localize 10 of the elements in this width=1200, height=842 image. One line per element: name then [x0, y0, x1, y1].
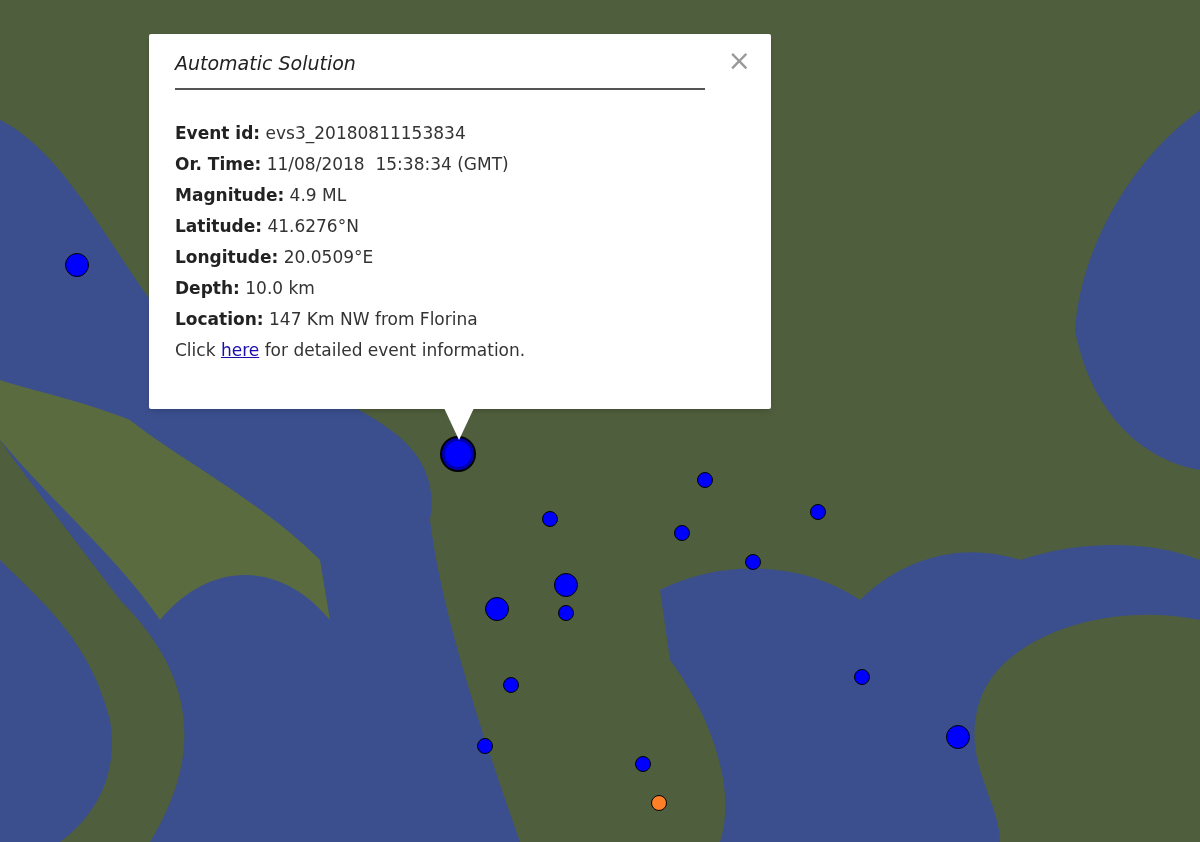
event-field: Depth: 10.0 km: [175, 273, 745, 304]
event-field: Magnitude: 4.9 ML: [175, 180, 745, 211]
event-field: Latitude: 41.6276°N: [175, 211, 745, 242]
event-field: Longitude: 20.0509°E: [175, 242, 745, 273]
detail-link[interactable]: here: [220, 340, 260, 360]
event-field: Location: 147 Km NW from Florina: [175, 304, 745, 335]
event-field: Event id: evs3_20180811153834: [175, 118, 745, 149]
popup-title: Automatic Solution: [175, 51, 356, 76]
event-field: Or. Time: 11/08/2018 15:38:34 (GMT): [175, 149, 745, 180]
detail-sentence: Click here for detailed event information.: [175, 339, 527, 362]
